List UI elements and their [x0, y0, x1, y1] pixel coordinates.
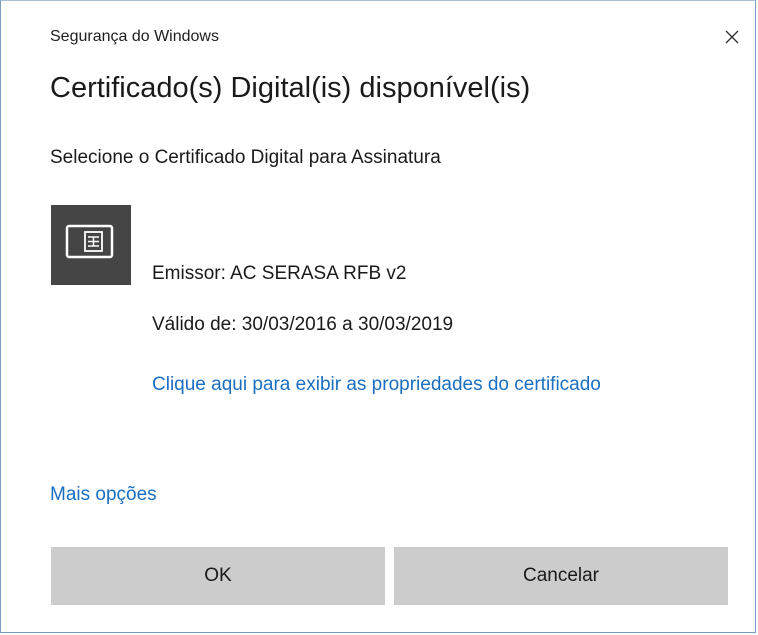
cancel-button[interactable]: Cancelar: [394, 547, 728, 605]
certificate-issuer: Emissor: AC SERASA RFB v2: [152, 263, 407, 284]
close-button[interactable]: [710, 19, 754, 55]
dialog-heading: Certificado(s) Digital(is) disponível(is…: [50, 72, 531, 104]
close-icon: [725, 30, 739, 44]
more-options-link[interactable]: Mais opções: [50, 484, 157, 506]
windows-security-dialog: Segurança do Windows Certificado(s) Digi…: [0, 0, 756, 633]
certificate-properties-link[interactable]: Clique aqui para exibir as propriedades …: [152, 369, 672, 401]
certificate-tile: [51, 205, 131, 285]
window-title: Segurança do Windows: [50, 28, 219, 45]
ok-button[interactable]: OK: [51, 547, 385, 605]
instruction-text: Selecione o Certificado Digital para Ass…: [50, 147, 441, 168]
certificate-card-icon: [65, 224, 114, 259]
certificate-validity: Válido de: 30/03/2016 a 30/03/2019: [152, 314, 454, 335]
